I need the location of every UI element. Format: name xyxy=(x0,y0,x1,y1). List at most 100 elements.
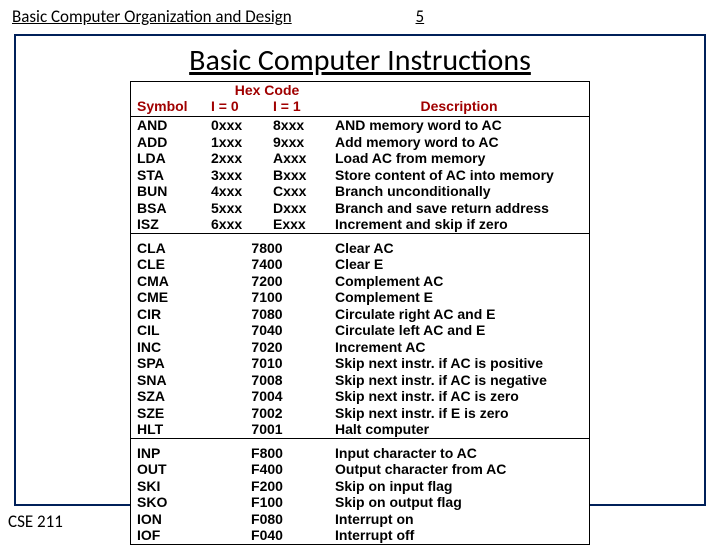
cell-i0: 0xxx xyxy=(205,117,267,134)
table-row: IOFF040Interrupt off xyxy=(131,527,589,544)
cell-description: Increment and skip if zero xyxy=(329,216,589,233)
cell-description: Skip next instr. if AC is negative xyxy=(329,372,589,389)
cell-i0: 4xxx xyxy=(205,183,267,200)
cell-description: Clear AC xyxy=(329,240,589,257)
cell-i0: 5xxx xyxy=(205,200,267,217)
separator xyxy=(131,233,589,240)
cell-hex: F400 xyxy=(205,461,329,478)
cell-symbol: SKO xyxy=(131,494,205,511)
cell-symbol: SPA xyxy=(131,355,205,372)
cell-description: Branch and save return address xyxy=(329,200,589,217)
register-ref-group: CLA7800Clear ACCLE7400Clear ECMA7200Comp… xyxy=(131,240,589,438)
cell-hex: 7200 xyxy=(205,273,329,290)
table-row: BSA5xxxDxxxBranch and save return addres… xyxy=(131,200,589,217)
table-row: SPA7010Skip next instr. if AC is positiv… xyxy=(131,355,589,372)
cell-i1: Dxxx xyxy=(267,200,329,217)
cell-description: Load AC from memory xyxy=(329,150,589,167)
cell-hex: F800 xyxy=(205,445,329,462)
table-row: SZA7004Skip next instr. if AC is zero xyxy=(131,388,589,405)
cell-symbol: CLA xyxy=(131,240,205,257)
cell-description: Branch unconditionally xyxy=(329,183,589,200)
cell-symbol: STA xyxy=(131,167,205,184)
cell-i1: 9xxx xyxy=(267,134,329,151)
cell-symbol: ION xyxy=(131,511,205,528)
cell-symbol: LDA xyxy=(131,150,205,167)
cell-description: Input character to AC xyxy=(329,445,589,462)
table-row: SZE7002Skip next instr. if E is zero xyxy=(131,405,589,422)
table-row: CIL7040Circulate left AC and E xyxy=(131,322,589,339)
cell-hex: F040 xyxy=(205,527,329,544)
cell-symbol: IOF xyxy=(131,527,205,544)
hex-code-header: Hex Code xyxy=(205,82,329,98)
cell-hex: 7004 xyxy=(205,388,329,405)
cell-description: Increment AC xyxy=(329,339,589,356)
table-row: ADD1xxx9xxxAdd memory word to AC xyxy=(131,134,589,151)
col-description: Description xyxy=(329,98,589,117)
cell-symbol: AND xyxy=(131,117,205,134)
cell-hex: 7002 xyxy=(205,405,329,422)
table-row: ISZ6xxxExxxIncrement and skip if zero xyxy=(131,216,589,233)
cell-hex: 7080 xyxy=(205,306,329,323)
table-row: INC7020Increment AC xyxy=(131,339,589,356)
hex-code-header-row: Hex Code xyxy=(131,82,589,98)
cell-i0: 1xxx xyxy=(205,134,267,151)
cell-description: Skip next instr. if AC is positive xyxy=(329,355,589,372)
col-i1: I = 1 xyxy=(267,98,329,117)
cell-symbol: ISZ xyxy=(131,216,205,233)
memory-ref-group: AND0xxx8xxxAND memory word to ACADD1xxx9… xyxy=(131,117,589,233)
slide-page: Basic Computer Organization and Design 5… xyxy=(0,0,720,540)
cell-i0: 2xxx xyxy=(205,150,267,167)
cell-symbol: SKI xyxy=(131,478,205,495)
cell-i1: Axxx xyxy=(267,150,329,167)
cell-symbol: CMA xyxy=(131,273,205,290)
table-row: BUN4xxxCxxxBranch unconditionally xyxy=(131,183,589,200)
cell-symbol: BUN xyxy=(131,183,205,200)
cell-description: Halt computer xyxy=(329,421,589,438)
cell-description: Output character from AC xyxy=(329,461,589,478)
cell-description: Skip next instr. if AC is zero xyxy=(329,388,589,405)
header-title: Basic Computer Organization and Design xyxy=(12,6,292,27)
cell-symbol: HLT xyxy=(131,421,205,438)
cell-symbol: INC xyxy=(131,339,205,356)
cell-description: Circulate left AC and E xyxy=(329,322,589,339)
cell-description: Store content of AC into memory xyxy=(329,167,589,184)
table-row: SNA7008Skip next instr. if AC is negativ… xyxy=(131,372,589,389)
table-row: INPF800Input character to AC xyxy=(131,445,589,462)
cell-description: Skip next instr. if E is zero xyxy=(329,405,589,422)
instruction-table: Hex Code Symbol I = 0 I = 1 Description … xyxy=(130,81,590,545)
cell-description: Skip on output flag xyxy=(329,494,589,511)
cell-symbol: CME xyxy=(131,289,205,306)
cell-symbol: OUT xyxy=(131,461,205,478)
io-group: INPF800Input character to ACOUTF400Outpu… xyxy=(131,445,589,544)
table-row: SKIF200Skip on input flag xyxy=(131,478,589,495)
cell-i1: 8xxx xyxy=(267,117,329,134)
table-row: HLT7001Halt computer xyxy=(131,421,589,438)
cell-hex: 7010 xyxy=(205,355,329,372)
cell-description: Complement AC xyxy=(329,273,589,290)
cell-symbol: SZA xyxy=(131,388,205,405)
cell-description: Interrupt on xyxy=(329,511,589,528)
cell-hex: 7100 xyxy=(205,289,329,306)
cell-i0: 3xxx xyxy=(205,167,267,184)
cell-i1: Bxxx xyxy=(267,167,329,184)
table-row: CLE7400Clear E xyxy=(131,256,589,273)
slide-frame: Basic Computer Instructions Hex Code Sym… xyxy=(14,34,706,506)
cell-symbol: CIL xyxy=(131,322,205,339)
table-row: CIR7080Circulate right AC and E xyxy=(131,306,589,323)
cell-hex: 7001 xyxy=(205,421,329,438)
cell-symbol: SNA xyxy=(131,372,205,389)
cell-symbol: CIR xyxy=(131,306,205,323)
table-row: CLA7800Clear AC xyxy=(131,240,589,257)
cell-hex: 7008 xyxy=(205,372,329,389)
table-row: AND0xxx8xxxAND memory word to AC xyxy=(131,117,589,134)
cell-description: Complement E xyxy=(329,289,589,306)
cell-i1: Cxxx xyxy=(267,183,329,200)
cell-description: Add memory word to AC xyxy=(329,134,589,151)
separator xyxy=(131,438,589,445)
cell-hex: F100 xyxy=(205,494,329,511)
table-row: LDA2xxxAxxxLoad AC from memory xyxy=(131,150,589,167)
cell-description: Skip on input flag xyxy=(329,478,589,495)
cell-description: Circulate right AC and E xyxy=(329,306,589,323)
cell-hex: F200 xyxy=(205,478,329,495)
column-headers: Symbol I = 0 I = 1 Description xyxy=(131,98,589,117)
